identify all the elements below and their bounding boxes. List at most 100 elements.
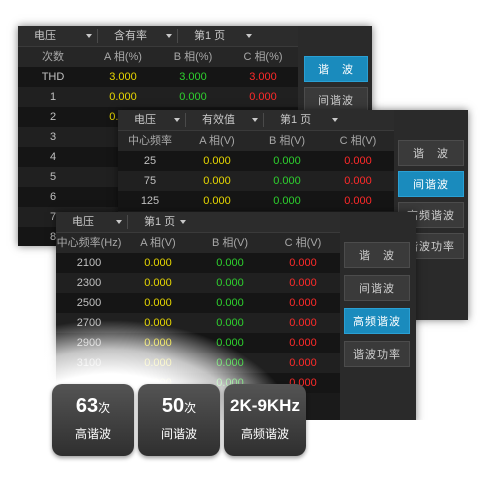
- row-label: 6: [49, 191, 57, 203]
- column-header: B 相(V): [211, 237, 249, 249]
- phase-value: 0.000: [344, 175, 372, 187]
- row-label: THD: [41, 71, 65, 83]
- page-dropdown-value: 第1 页: [144, 216, 176, 228]
- badge-number: 50: [161, 395, 185, 417]
- column-header: 中心频率(Hz): [128, 135, 172, 167]
- phase-value: 0.000: [289, 297, 317, 309]
- panel3-header: 电压 第1 页: [56, 212, 340, 233]
- column-header: C 相(V): [339, 135, 377, 147]
- row-label: 25: [143, 155, 157, 167]
- page-dropdown[interactable]: 第1 页: [128, 212, 192, 232]
- phase-value: 0.000: [144, 297, 172, 309]
- phase-value: 3.000: [179, 71, 207, 83]
- phase-value: 0.000: [289, 257, 317, 269]
- phase-value: 0.000: [144, 257, 172, 269]
- panel2-header: 电压 有效值 第1 页: [118, 110, 394, 131]
- page-dropdown-value: 第1 页: [194, 30, 226, 42]
- phase-value: 0.000: [273, 175, 301, 187]
- side-menu-button[interactable]: 谐 波: [398, 140, 464, 166]
- mode-dropdown[interactable]: 电压: [118, 110, 186, 130]
- phase-value: 0.000: [144, 277, 172, 289]
- mode-dropdown[interactable]: 电压: [18, 26, 98, 46]
- phase-value: 0.000: [144, 317, 172, 329]
- phase-value: 0.000: [109, 91, 137, 103]
- row-label: 2300: [76, 277, 102, 289]
- side-menu-button[interactable]: 谐 波: [304, 56, 368, 82]
- panel1-header: 电压 含有率 第1 页: [18, 26, 298, 47]
- table-row: THD 3.000 3.000 3.000: [18, 67, 298, 87]
- phase-value: 0.000: [144, 337, 172, 349]
- chevron-down-icon: [246, 34, 252, 38]
- measure-dropdown[interactable]: 含有率: [98, 26, 178, 46]
- row-label: 3: [49, 131, 57, 143]
- badge-interharmonic: 50次 间谐波: [138, 384, 220, 456]
- page-dropdown-value: 第1 页: [280, 114, 312, 126]
- chevron-down-icon: [174, 118, 180, 122]
- badge-label: 高谐波: [74, 427, 111, 441]
- table-row: 125 0.000 0.000 0.000: [118, 191, 394, 211]
- row-label: 1: [49, 91, 57, 103]
- phase-value: 0.000: [216, 337, 244, 349]
- column-header: C 相(%): [243, 51, 283, 63]
- side-menu-button[interactable]: 谐 波: [344, 242, 410, 268]
- column-header: A 相(V): [199, 135, 235, 147]
- column-header: B 相(%): [173, 51, 213, 63]
- phase-value: 0.000: [144, 357, 172, 369]
- column-header: C 相(V): [284, 237, 322, 249]
- badge-number: 63: [75, 395, 99, 417]
- measure-dropdown-value: 含有率: [114, 30, 147, 42]
- page-dropdown[interactable]: 第1 页: [264, 110, 344, 130]
- mode-dropdown-value: 电压: [34, 30, 56, 42]
- chevron-down-icon: [252, 118, 258, 122]
- phase-value: 0.000: [203, 155, 231, 167]
- badge-unit: 次: [184, 401, 197, 415]
- side-menu-button[interactable]: 间谐波: [398, 171, 464, 197]
- row-label: 3100: [76, 357, 102, 369]
- badge-high-frequency: 2K-9KHz 高频谐波: [224, 384, 306, 456]
- column-header: 次数: [42, 51, 64, 63]
- table-header-row: 次数 A 相(%) B 相(%) C 相(%): [18, 47, 298, 67]
- phase-value: 0.000: [273, 195, 301, 207]
- row-label: 75: [143, 175, 157, 187]
- phase-value: 0.000: [249, 91, 277, 103]
- mode-dropdown[interactable]: 电压: [56, 212, 128, 232]
- column-header: A 相(V): [140, 237, 176, 249]
- row-label: 5: [49, 171, 57, 183]
- side-menu-button[interactable]: 间谐波: [344, 275, 410, 301]
- chevron-down-icon: [180, 220, 186, 224]
- phase-value: 0.000: [344, 155, 372, 167]
- phase-value: 0.000: [216, 357, 244, 369]
- phase-value: 0.000: [289, 277, 317, 289]
- table-row: 25 0.000 0.000 0.000: [118, 151, 394, 171]
- phase-value: 0.000: [216, 297, 244, 309]
- phase-value: 0.000: [289, 357, 317, 369]
- chevron-down-icon: [86, 34, 92, 38]
- table-row: 3100 0.000 0.000 0.000: [56, 353, 340, 373]
- table-row: 2300 0.000 0.000 0.000: [56, 273, 340, 293]
- phase-value: 0.000: [289, 317, 317, 329]
- chevron-down-icon: [166, 34, 172, 38]
- table-row: 2100 0.000 0.000 0.000: [56, 253, 340, 273]
- phase-value: 3.000: [249, 71, 277, 83]
- row-label: 2900: [76, 337, 102, 349]
- panel3-side-menu: 谐 波间谐波高频谐波谐波功率: [340, 212, 416, 424]
- badge-label: 高频谐波: [240, 427, 289, 441]
- page-dropdown[interactable]: 第1 页: [178, 26, 258, 46]
- measure-dropdown-value: 有效值: [202, 114, 235, 126]
- badge-unit: 次: [98, 401, 111, 415]
- measure-dropdown[interactable]: 有效值: [186, 110, 264, 130]
- side-menu-button[interactable]: 谐波功率: [344, 341, 410, 367]
- phase-value: 3.000: [109, 71, 137, 83]
- table-row: 75 0.000 0.000 0.000: [118, 171, 394, 191]
- side-menu-button[interactable]: 高频谐波: [344, 308, 410, 334]
- table-row: 2900 0.000 0.000 0.000: [56, 333, 340, 353]
- row-label: 4: [49, 151, 57, 163]
- table-row: 2500 0.000 0.000 0.000: [56, 293, 340, 313]
- chevron-down-icon: [332, 118, 338, 122]
- badge-number: 2K-9KHz: [230, 396, 300, 415]
- badge-label: 间谐波: [160, 427, 197, 441]
- row-label: 2100: [76, 257, 102, 269]
- table-row: 2700 0.000 0.000 0.000: [56, 313, 340, 333]
- table-header-row: 中心频率(Hz) A 相(V) B 相(V) C 相(V): [56, 233, 340, 253]
- badge-harmonic: 63次 高谐波: [52, 384, 134, 456]
